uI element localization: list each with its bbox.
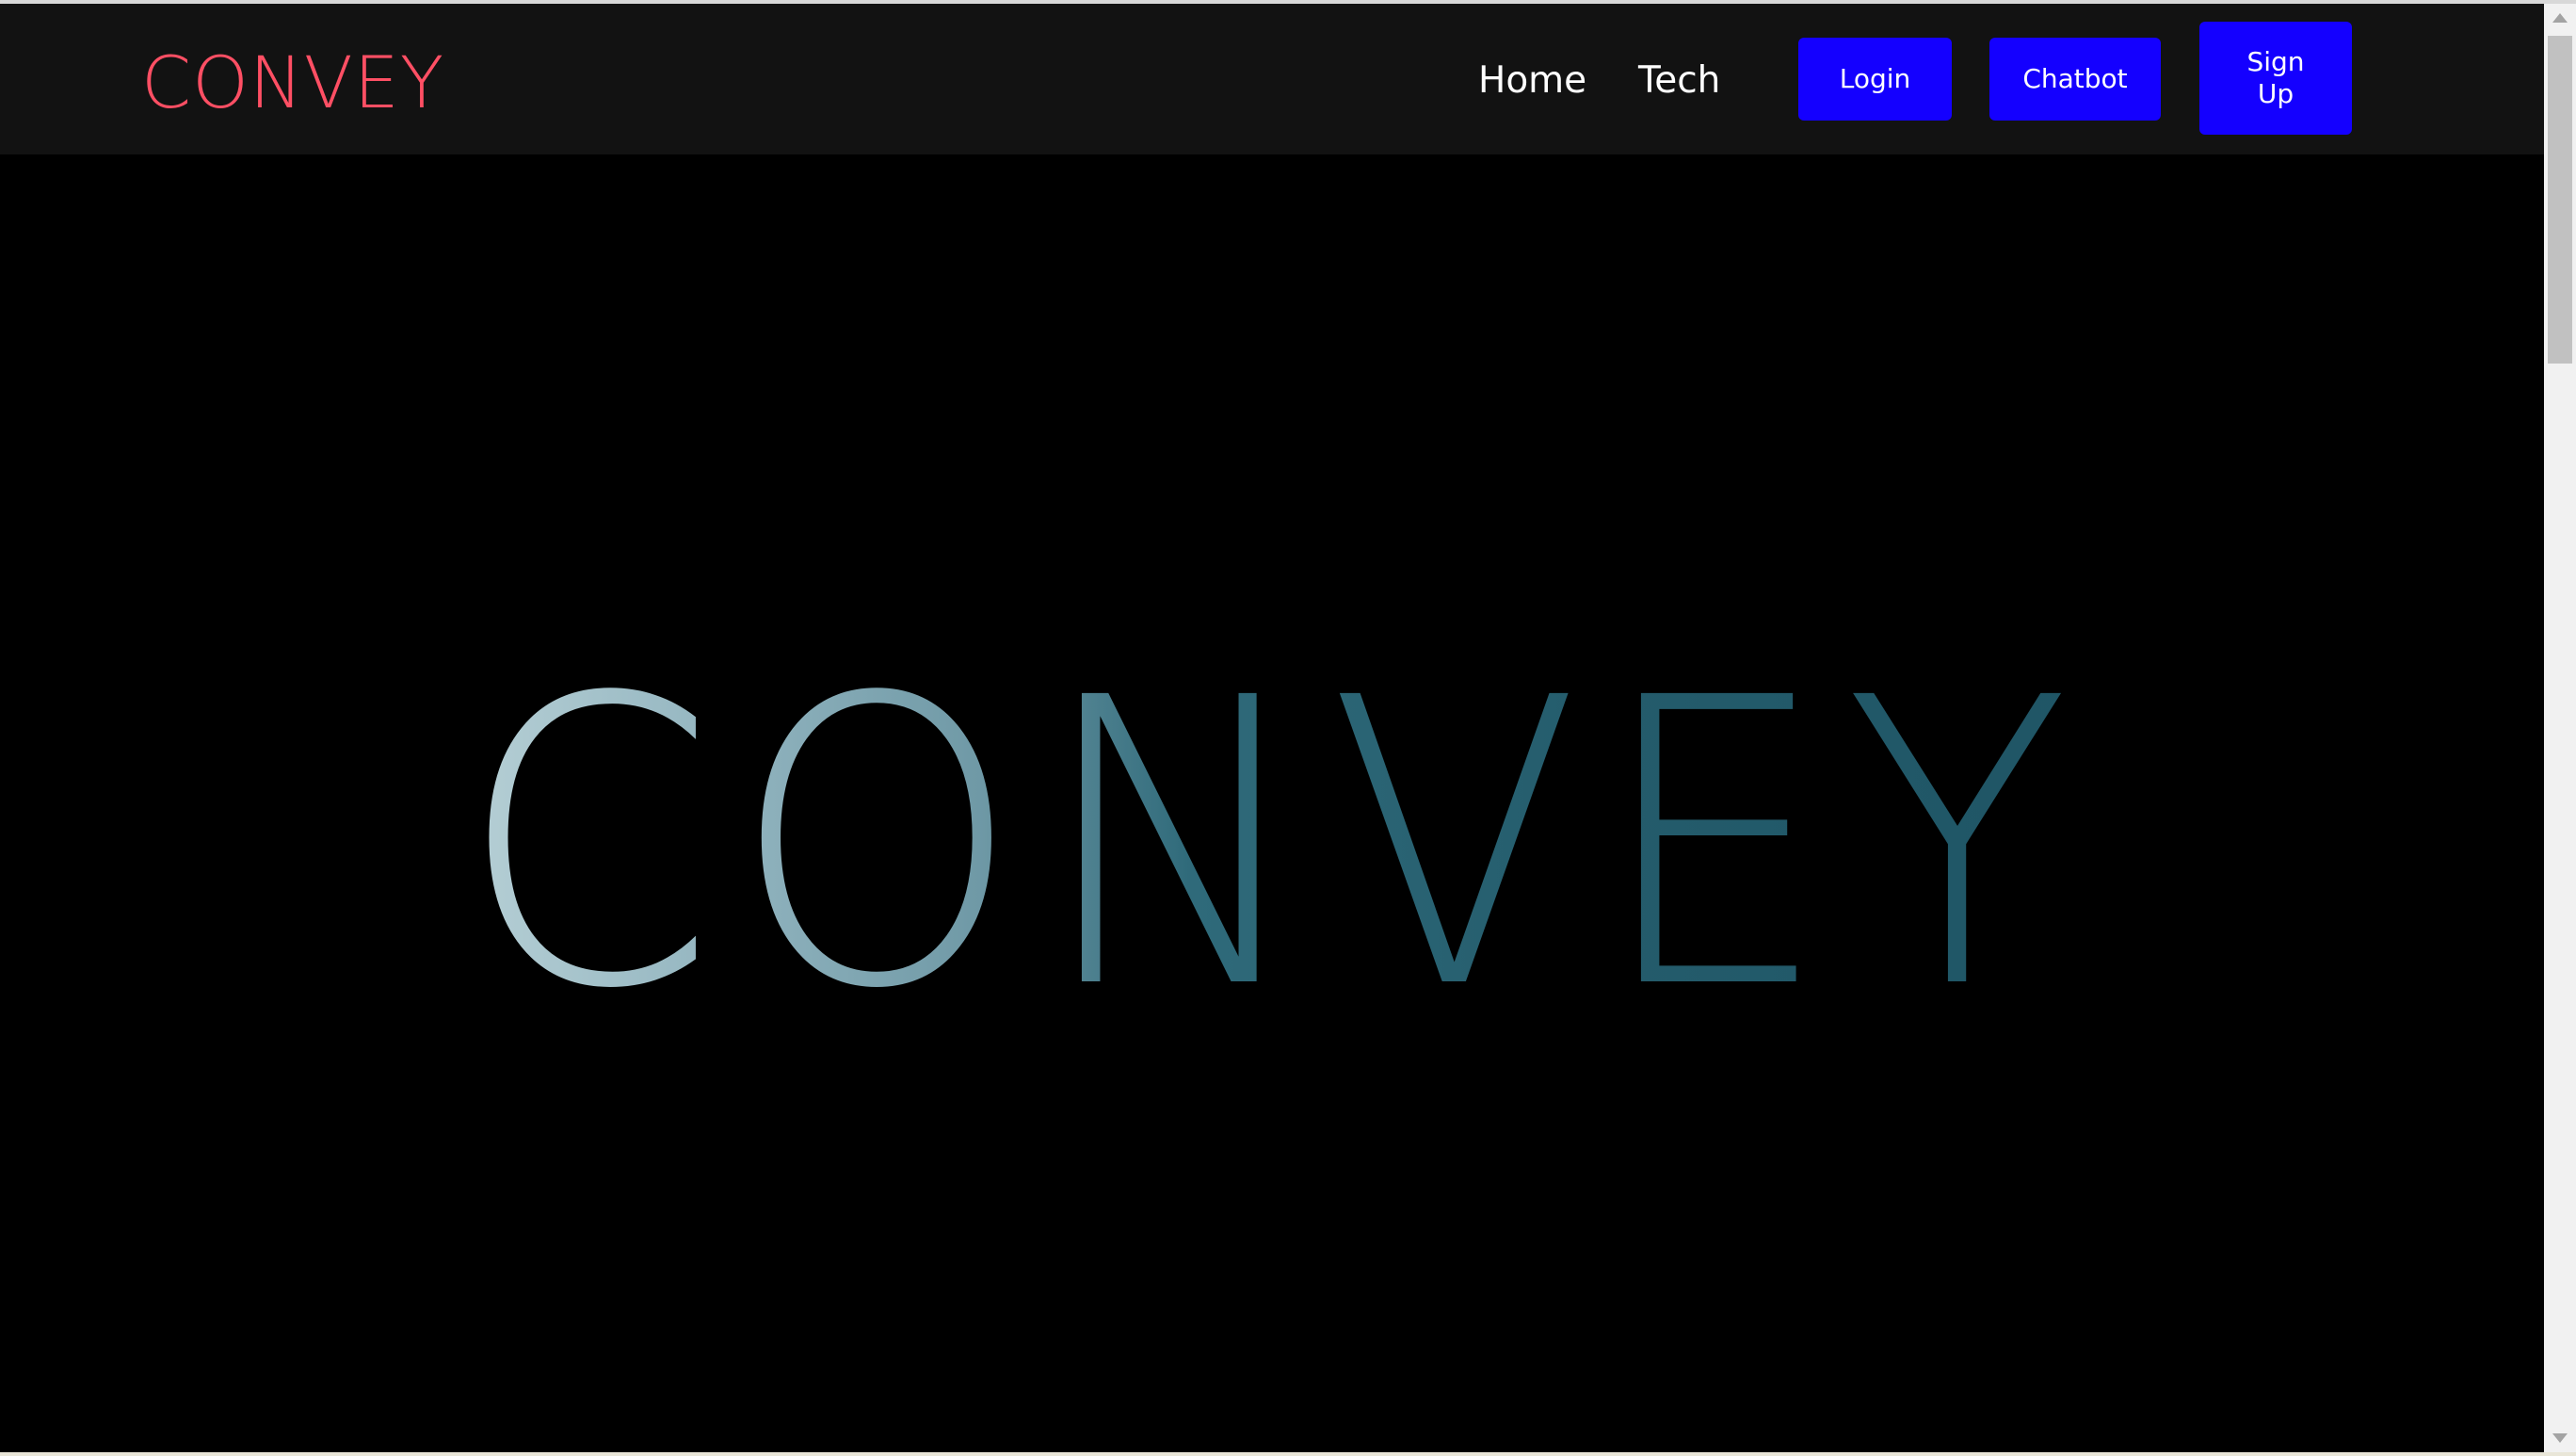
- window-bottom-edge: [0, 1452, 2576, 1456]
- signup-button-label: Sign Up: [2246, 46, 2305, 109]
- navbar: CONVEY Home Tech Login Chatbot Sign Up: [0, 4, 2544, 154]
- chatbot-button-label: Chatbot: [2022, 63, 2128, 94]
- scroll-up-icon[interactable]: [2544, 4, 2576, 32]
- login-button[interactable]: Login: [1798, 38, 1952, 121]
- hero-section: CONVEY: [0, 154, 2544, 1452]
- nav-link-home[interactable]: Home: [1478, 55, 1586, 107]
- chatbot-button[interactable]: Chatbot: [1989, 38, 2161, 121]
- vertical-scrollbar[interactable]: [2544, 4, 2576, 1452]
- nav-link-tech[interactable]: Tech: [1638, 55, 1720, 107]
- page-viewport: CONVEY Home Tech Login Chatbot Sign Up C…: [0, 4, 2544, 1452]
- brand-logo[interactable]: CONVEY: [141, 40, 444, 126]
- scroll-down-icon[interactable]: [2544, 1424, 2576, 1452]
- hero-title-graphic: CONVEY: [459, 615, 2085, 1076]
- hero-title: CONVEY: [459, 615, 2085, 1076]
- scrollbar-thumb[interactable]: [2548, 36, 2572, 364]
- login-button-label: Login: [1839, 63, 1911, 94]
- signup-button[interactable]: Sign Up: [2199, 22, 2352, 135]
